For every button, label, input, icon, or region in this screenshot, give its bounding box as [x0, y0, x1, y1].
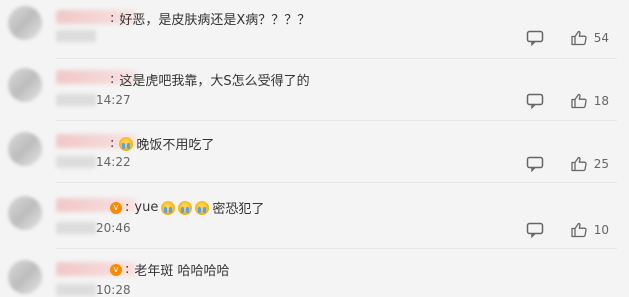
like-count: 18 — [593, 94, 609, 108]
comment-text: 老年斑 哈哈哈哈 — [134, 264, 230, 279]
reply-icon — [526, 222, 544, 238]
reply-button[interactable] — [526, 156, 544, 172]
comment-text: 这是虎吧我靠，大S怎么受得了的 — [119, 74, 310, 89]
like-button[interactable]: 25 — [570, 156, 609, 172]
verified-badge-icon: v — [110, 263, 122, 276]
comment-text-line: v : yue 密恐犯了 — [110, 198, 264, 217]
reply-button[interactable] — [526, 93, 544, 109]
like-button[interactable]: 18 — [570, 93, 609, 109]
like-count: 54 — [593, 31, 609, 45]
divider — [56, 248, 617, 249]
divider — [56, 120, 617, 121]
like-button[interactable]: 54 — [570, 30, 609, 46]
reply-icon — [526, 30, 544, 46]
divider — [56, 58, 617, 59]
comment-actions: 54 — [526, 30, 609, 46]
avatar[interactable] — [8, 68, 42, 102]
crying-emoji-icon — [178, 200, 193, 215]
thumbs-up-icon — [570, 93, 588, 109]
meta-blurred — [56, 284, 96, 296]
avatar[interactable] — [8, 196, 42, 230]
comment-time: 10:28 — [96, 283, 131, 297]
meta-blurred — [56, 156, 96, 168]
reply-button[interactable] — [526, 222, 544, 238]
comment-actions: 10 — [526, 222, 609, 238]
comment-text-pre: yue — [134, 200, 159, 215]
like-count: 10 — [593, 223, 609, 237]
thumbs-up-icon — [570, 222, 588, 238]
meta-blurred — [56, 222, 96, 234]
like-button[interactable]: 10 — [570, 222, 609, 238]
comment-item: : 好恶，是皮肤病还是X病？？？？ 54 — [0, 0, 629, 62]
comment-time: 14:22 — [96, 155, 131, 169]
comment-item: v : 老年斑 哈哈哈哈 10:28 — [0, 250, 629, 297]
avatar[interactable] — [8, 260, 42, 294]
comment-time: 20:46 — [96, 221, 131, 235]
comment-list: : 好恶，是皮肤病还是X病？？？？ 54 : 这是虎吧我靠，大S怎么受得了的 1… — [0, 0, 629, 297]
reply-button[interactable] — [526, 30, 544, 46]
comment-text: 密恐犯了 — [212, 202, 265, 217]
crying-emoji-icon — [161, 200, 176, 215]
crying-emoji-icon — [119, 136, 134, 151]
meta-blurred — [56, 94, 96, 106]
avatar[interactable] — [8, 6, 42, 40]
comment-text: 好恶，是皮肤病还是X病？？？？ — [119, 13, 311, 28]
thumbs-up-icon — [570, 30, 588, 46]
reply-icon — [526, 93, 544, 109]
meta-blurred — [56, 30, 96, 42]
divider — [56, 182, 617, 183]
comment-item: : 这是虎吧我靠，大S怎么受得了的 14:27 18 — [0, 60, 629, 122]
verified-badge-icon: v — [110, 201, 122, 214]
comment-time: 14:27 — [96, 93, 131, 107]
comment-item: v : yue 密恐犯了 20:46 10 — [0, 186, 629, 248]
comment-text-line: : 好恶，是皮肤病还是X病？？？？ — [110, 11, 311, 28]
comment-actions: 18 — [526, 93, 609, 109]
comment-actions: 25 — [526, 156, 609, 172]
comment-text-line: : 晚饭不用吃了 — [110, 136, 215, 153]
avatar[interactable] — [8, 132, 42, 166]
comment-text: 晚饭不用吃了 — [136, 138, 215, 153]
reply-icon — [526, 156, 544, 172]
like-count: 25 — [593, 157, 609, 171]
comment-text-line: : 这是虎吧我靠，大S怎么受得了的 — [110, 72, 310, 89]
crying-emoji-icon — [195, 200, 210, 215]
comment-text-line: v : 老年斑 哈哈哈哈 — [110, 260, 230, 279]
comment-item: : 晚饭不用吃了 14:22 25 — [0, 124, 629, 186]
thumbs-up-icon — [570, 156, 588, 172]
